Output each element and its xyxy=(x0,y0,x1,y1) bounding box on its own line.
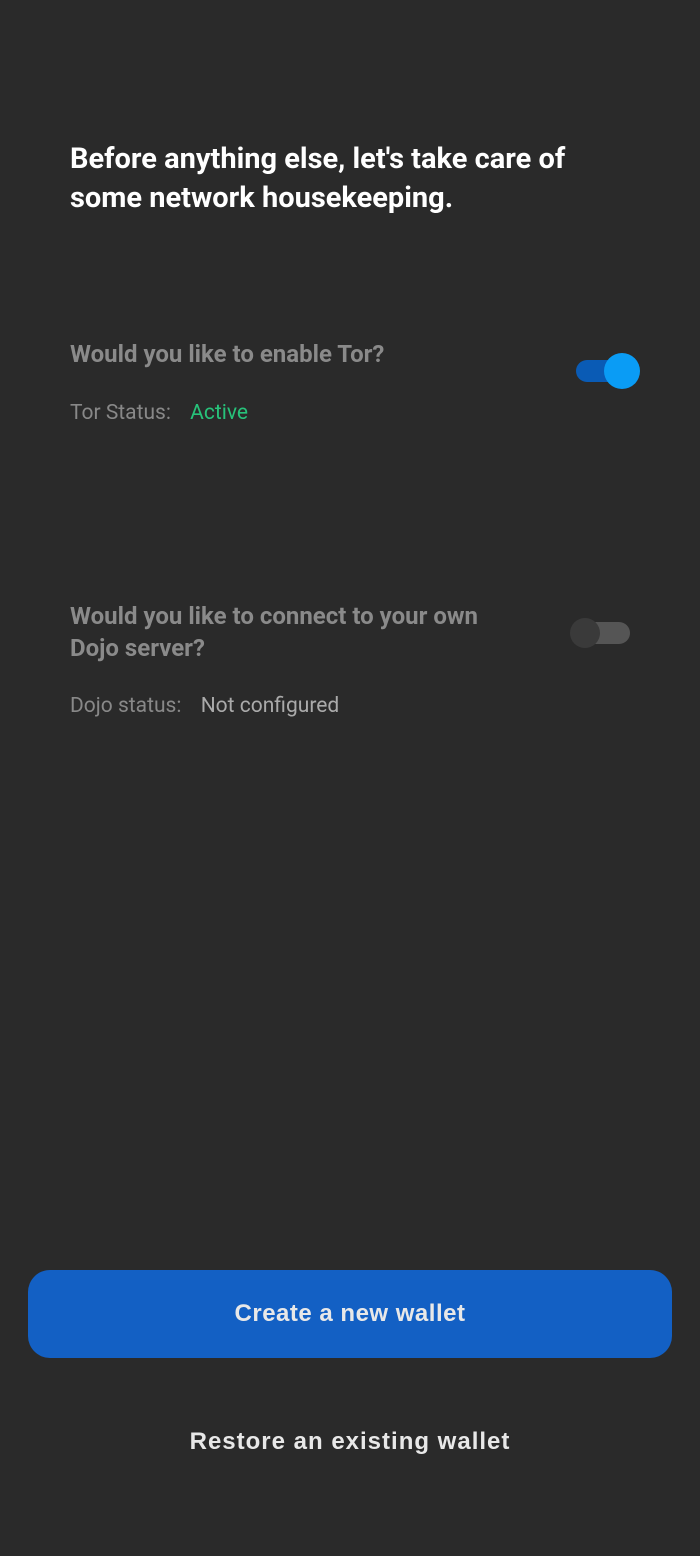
dojo-toggle[interactable] xyxy=(576,622,630,644)
tor-status-label: Tor Status: xyxy=(70,401,171,425)
dojo-status-label: Dojo status: xyxy=(70,694,181,718)
dojo-question: Would you like to connect to your own Do… xyxy=(70,600,510,665)
tor-section: Would you like to enable Tor? Tor Status… xyxy=(70,338,630,424)
tor-toggle[interactable] xyxy=(576,360,630,382)
create-wallet-button[interactable]: Create a new wallet xyxy=(28,1270,672,1358)
page-heading: Before anything else, let's take care of… xyxy=(70,140,570,218)
restore-wallet-button[interactable]: Restore an existing wallet xyxy=(28,1418,672,1466)
tor-question: Would you like to enable Tor? xyxy=(70,338,510,370)
tor-status-value: Active xyxy=(190,401,248,425)
dojo-status-value: Not configured xyxy=(201,694,340,718)
dojo-section: Would you like to connect to your own Do… xyxy=(70,600,630,719)
